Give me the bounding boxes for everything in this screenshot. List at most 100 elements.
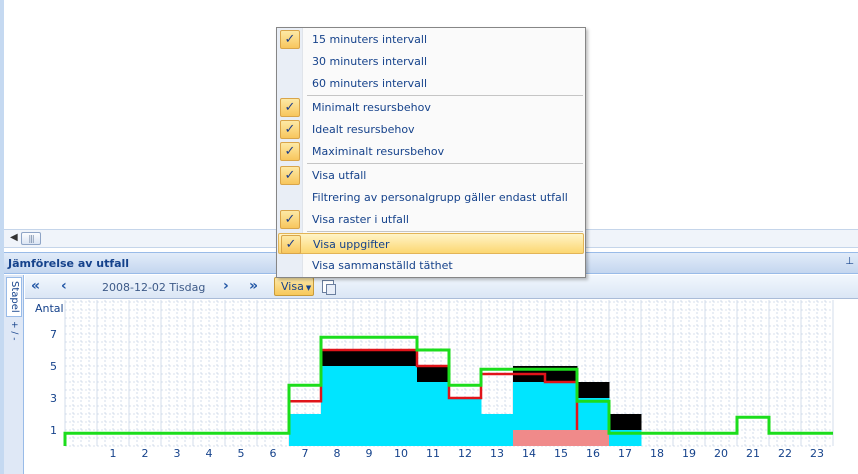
bar-utfall	[361, 366, 370, 446]
menu-item-8[interactable]: Filtrering av personalgrupp gäller endas…	[278, 187, 584, 208]
visa-label: Visa	[281, 280, 304, 293]
bar-utfall	[409, 366, 418, 446]
double-chevron-right-icon[interactable]: »	[249, 279, 258, 293]
bar-utfall	[377, 366, 386, 446]
bar-utfall	[313, 414, 322, 446]
bar-utfall	[457, 398, 466, 446]
menu-item-11[interactable]: Visa sammanställd täthet	[278, 255, 584, 276]
bar-utfall	[489, 414, 498, 446]
menu-item-label: Visa raster i utfall	[312, 213, 409, 226]
dropdown-arrow-icon: ▼	[305, 284, 312, 292]
bar-raster	[601, 382, 610, 398]
y-tick-label: 7	[50, 328, 57, 341]
bar-uppgifter	[561, 430, 570, 446]
x-tick-label: 10	[394, 447, 408, 460]
y-tick-label: 1	[50, 424, 57, 437]
x-tick-label: 3	[174, 447, 181, 460]
menu-item-2[interactable]: 30 minuters intervall	[278, 51, 584, 72]
x-tick-label: 9	[366, 447, 373, 460]
bar-utfall	[369, 366, 378, 446]
current-date: 2008-12-02 Tisdag	[102, 281, 206, 294]
menu-item-label: Visa uppgifter	[313, 238, 390, 251]
menu-item-6[interactable]: ✓ Maximinalt resursbehov	[278, 141, 584, 162]
menu-item-1[interactable]: ✓ 15 minuters intervall	[278, 29, 584, 50]
y-axis-label: Antal	[35, 302, 64, 315]
x-tick-label: 15	[554, 447, 568, 460]
x-tick-label: 12	[458, 447, 472, 460]
x-tick-label: 16	[586, 447, 600, 460]
checkmark-icon: ✓	[280, 120, 300, 139]
menu-separator	[307, 163, 583, 164]
chevron-left-icon[interactable]: ‹	[61, 279, 67, 293]
bar-raster	[329, 350, 338, 366]
x-tick-label: 18	[650, 447, 664, 460]
checkmark-icon: ✓	[280, 166, 300, 185]
bar-utfall	[505, 414, 514, 446]
x-tick-label: 6	[270, 447, 277, 460]
bar-raster	[377, 350, 386, 366]
bar-utfall	[401, 366, 410, 446]
x-tick-label: 2	[142, 447, 149, 460]
menu-item-label: 60 minuters intervall	[312, 77, 428, 90]
x-tick-label: 7	[302, 447, 309, 460]
bar-raster	[337, 350, 346, 366]
bar-raster	[625, 414, 634, 430]
menu-item-3[interactable]: 60 minuters intervall	[278, 73, 584, 94]
bar-uppgifter	[569, 430, 578, 446]
side-tab-strip: Stapel + / -	[4, 275, 24, 474]
bar-utfall	[481, 414, 490, 446]
tab-plus-minus[interactable]: + / -	[9, 321, 19, 341]
bar-uppgifter	[577, 430, 586, 446]
menu-item-4[interactable]: ✓ Minimalt resursbehov	[278, 97, 584, 118]
bar-raster	[417, 366, 426, 382]
x-tick-label: 17	[618, 447, 632, 460]
y-tick-label: 5	[50, 360, 57, 373]
x-tick-label: 8	[334, 447, 341, 460]
bar-uppgifter	[529, 430, 538, 446]
menu-item-7[interactable]: ✓ Visa utfall	[278, 165, 584, 186]
menu-item-label: Minimalt resursbehov	[312, 101, 431, 114]
bar-utfall	[297, 414, 306, 446]
menu-item-label: 15 minuters intervall	[312, 33, 428, 46]
checkmark-icon: ✓	[280, 142, 300, 161]
menu-item-9[interactable]: ✓ Visa raster i utfall	[278, 209, 584, 230]
visa-menu: ✓ 15 minuters intervall 30 minuters interv…	[276, 27, 586, 278]
y-tick-label: 3	[50, 392, 57, 405]
menu-separator	[307, 95, 583, 96]
x-tick-label: 22	[778, 447, 792, 460]
menu-item-10[interactable]: ✓ Visa uppgifter	[278, 233, 584, 254]
visa-dropdown-button[interactable]: Visa ▼	[274, 277, 314, 296]
bar-raster	[425, 366, 434, 382]
resource-chart: Antal13571 2 3 4 5 6 7 8 9 10 11 12 13 14 15 16 17 18 19 20…	[35, 300, 834, 460]
x-tick-label: 20	[714, 447, 728, 460]
scroll-left-icon[interactable]: ◀	[10, 232, 18, 243]
bar-utfall	[385, 366, 394, 446]
bar-utfall	[449, 398, 458, 446]
chevron-right-icon[interactable]: ›	[223, 279, 229, 293]
x-tick-label: 19	[682, 447, 696, 460]
menu-item-label: Visa utfall	[312, 169, 367, 182]
x-tick-label: 13	[490, 447, 504, 460]
bar-raster	[433, 366, 442, 382]
bar-raster	[345, 350, 354, 366]
copy-icon[interactable]	[322, 280, 336, 295]
pin-icon[interactable]: ⊥	[845, 256, 854, 267]
checkmark-icon: ✓	[281, 235, 301, 254]
bar-utfall	[329, 366, 338, 446]
bar-utfall	[425, 382, 434, 446]
checkmark-icon: ✓	[280, 98, 300, 117]
menu-item-label: Filtrering av personalgrupp gäller endas…	[312, 191, 568, 204]
x-tick-label: 11	[426, 447, 440, 460]
double-chevron-left-icon[interactable]: «	[31, 279, 40, 293]
scroll-thumb[interactable]: |||	[21, 232, 41, 245]
x-tick-label: 5	[238, 447, 245, 460]
bar-utfall	[345, 366, 354, 446]
tab-stapel[interactable]: Stapel	[6, 277, 22, 317]
x-tick-label: 21	[746, 447, 760, 460]
menu-item-label: Maximinalt resursbehov	[312, 145, 445, 158]
bar-raster	[617, 414, 626, 430]
x-tick-label: 14	[522, 447, 536, 460]
date-toolbar: « ‹ 2008-12-02 Tisdag › » Visa ▼	[25, 275, 858, 299]
menu-item-5[interactable]: ✓ Idealt resursbehov	[278, 119, 584, 140]
bar-raster	[393, 350, 402, 366]
